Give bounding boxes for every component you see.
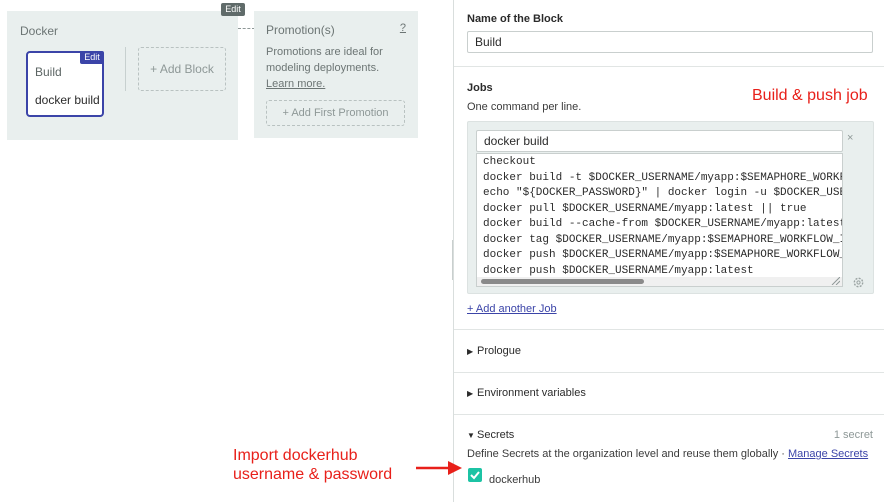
command-line: docker push $DOCKER_USERNAME/myapp:$SEMA…	[483, 249, 843, 261]
add-another-job-link[interactable]: + Add another Job	[467, 303, 557, 315]
close-icon[interactable]: ×	[847, 132, 853, 144]
secrets-description-text: Define Secrets at the organization level…	[467, 448, 789, 460]
secrets-toggle[interactable]: ▼ Secrets	[467, 429, 514, 441]
block-name-input[interactable]: Build	[467, 31, 873, 53]
command-line: checkout	[483, 156, 536, 168]
add-block-button[interactable]: + Add Block	[138, 47, 226, 91]
secret-checkbox-dockerhub[interactable]	[468, 468, 482, 482]
promotions-box: Promotion(s) ? Promotions are ideal for …	[254, 11, 418, 138]
command-line: echo "${DOCKER_PASSWORD}" | docker login…	[483, 187, 843, 199]
jobs-hint: One command per line.	[467, 101, 582, 113]
command-line: docker tag $DOCKER_USERNAME/myapp:$SEMAP…	[483, 234, 843, 246]
gear-icon[interactable]	[852, 276, 865, 289]
chevron-right-icon: ▶	[467, 347, 474, 356]
arrow-right-icon	[416, 461, 462, 475]
promotions-title: Promotion(s)	[266, 23, 335, 37]
secret-count: 1 secret	[833, 429, 873, 441]
block-card-build[interactable]: Edit Build docker build	[26, 51, 104, 117]
resize-grip-icon[interactable]	[828, 277, 840, 285]
job-name-input[interactable]: docker build	[476, 130, 843, 152]
block-editor-panel: Name of the Block Build Jobs One command…	[454, 0, 884, 502]
scrollbar-thumb[interactable]	[481, 279, 644, 284]
manage-secrets-link[interactable]: Manage Secrets	[788, 448, 868, 460]
secrets-description: Define Secrets at the organization level…	[467, 448, 868, 460]
block-card-job: docker build	[35, 93, 100, 107]
block-title: Docker	[20, 24, 59, 38]
annotation-import-line2: username & password	[233, 466, 393, 483]
workflow-canvas: Docker Edit Build docker build + Add Blo…	[0, 0, 453, 502]
chevron-right-icon: ▶	[467, 389, 474, 398]
command-line: docker push $DOCKER_USERNAME/myapp:lates…	[483, 265, 754, 277]
section-separator	[454, 414, 884, 415]
chevron-down-icon: ▼	[467, 431, 475, 440]
env-vars-label: Environment variables	[477, 387, 586, 399]
secret-name: dockerhub	[489, 474, 541, 486]
learn-more-link[interactable]: Learn more.	[266, 76, 325, 92]
section-separator	[454, 372, 884, 373]
prologue-toggle[interactable]: ▶ Prologue	[467, 345, 521, 357]
block-edit-badge[interactable]: Edit	[80, 51, 104, 64]
annotation-import-line1: Import dockerhub	[233, 447, 358, 464]
block-name-label: Name of the Block	[467, 13, 563, 25]
promotions-description: Promotions are ideal for modeling deploy…	[266, 44, 411, 92]
horizontal-scrollbar[interactable]	[477, 277, 842, 286]
divider	[125, 47, 126, 91]
env-vars-toggle[interactable]: ▶ Environment variables	[467, 387, 586, 399]
command-line: docker build -t $DOCKER_USERNAME/myapp:$…	[483, 172, 843, 184]
promotions-help-link[interactable]: ?	[400, 22, 406, 34]
job-commands-textarea[interactable]: checkout docker build -t $DOCKER_USERNAM…	[476, 153, 843, 287]
promotions-description-text: Promotions are ideal for modeling deploy…	[266, 46, 383, 74]
secrets-label: Secrets	[477, 429, 515, 441]
add-first-promotion-button[interactable]: + Add First Promotion	[266, 100, 405, 126]
block-card-title: Build	[35, 65, 62, 79]
command-line: docker pull $DOCKER_USERNAME/myapp:lates…	[483, 203, 807, 215]
annotation-build-push: Build & push job	[752, 87, 868, 104]
pipeline-block[interactable]: Docker Edit Build docker build + Add Blo…	[7, 11, 238, 140]
jobs-label: Jobs	[467, 82, 493, 94]
section-separator	[454, 329, 884, 330]
pipeline-connector	[238, 28, 255, 29]
section-separator	[454, 66, 884, 67]
pipeline-edit-button[interactable]: Edit	[221, 3, 245, 16]
checkmark-icon	[470, 471, 480, 480]
command-line: docker build --cache-from $DOCKER_USERNA…	[483, 218, 843, 230]
prologue-label: Prologue	[477, 345, 522, 357]
job-editor: docker build checkout docker build -t $D…	[467, 121, 874, 294]
